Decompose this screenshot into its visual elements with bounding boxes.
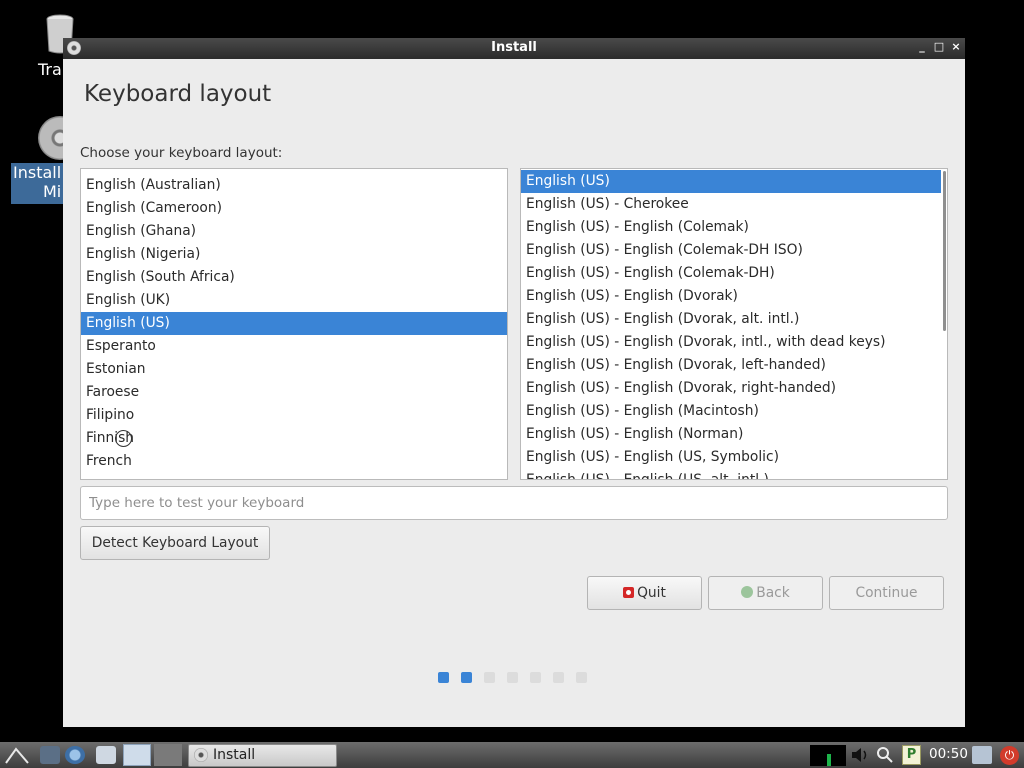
progress-step-dot [438,672,449,683]
show-desktop-icon[interactable] [96,746,116,764]
variant-list-item[interactable]: English (US) - English (Dvorak) [521,285,941,308]
variant-list-item[interactable]: English (US) - English (Dvorak, left-han… [521,354,941,377]
variant-list-item[interactable]: English (US) - English (Norman) [521,423,941,446]
volume-icon[interactable] [850,747,872,763]
install-label-line1: Install [13,163,62,182]
web-browser-icon[interactable] [65,746,85,764]
app-menu-icon[interactable] [4,745,30,766]
power-icon[interactable]: ⏻ [1000,746,1019,765]
trash-label: Tra [38,60,62,79]
window-titlebar[interactable]: Install _ □ × [63,38,965,59]
layout-list-item[interactable]: English (UK) [81,289,507,312]
taskbar-item-install[interactable]: Install [188,744,337,767]
detect-layout-label: Detect Keyboard Layout [91,535,259,551]
variant-list-item[interactable]: English (US) - English (Dvorak, right-ha… [521,377,941,400]
variant-scrollbar[interactable] [943,171,946,331]
progress-step-dot [507,672,518,683]
layout-list-item[interactable]: Finnish [81,427,507,450]
clock[interactable]: 00:50 [929,746,968,767]
layout-list-item[interactable]: English (US) [81,312,507,335]
taskbar-item-label: Install [213,747,256,763]
network-icon[interactable] [972,746,992,764]
install-label-line2: Mi [43,182,62,201]
variant-list-item[interactable]: English (US) - English (Colemak-DH ISO) [521,239,941,262]
back-arrow-icon [741,586,754,598]
variant-list-item[interactable]: English (US) - Cherokee [521,193,941,216]
back-label: Back [756,585,790,601]
install-desktop-label[interactable]: Install Mi [11,163,67,204]
window-title: Install [491,40,537,55]
package-updater-icon[interactable]: P [902,745,921,765]
layout-list-item[interactable]: Faroese [81,381,507,404]
quit-button[interactable]: Quit [587,576,702,610]
continue-button[interactable]: Continue [829,576,944,610]
variant-list-item[interactable]: English (US) - English (Colemak-DH) [521,262,941,285]
layout-list-item[interactable]: English (Australian) [81,174,507,197]
layout-list-item[interactable]: English (Cameroon) [81,197,507,220]
layout-list[interactable]: English (Australian) English (Cameroon) En… [80,168,508,480]
workspace-2[interactable] [154,744,182,766]
maximize-icon[interactable]: □ [932,40,946,53]
keyboard-test-input[interactable] [80,486,948,520]
installer-window: Install _ □ × Keyboard layout Choose you… [63,38,965,727]
taskbar: Install P 00:50 ⏻ [0,742,1024,768]
variant-list-item[interactable]: English (US) - English (Dvorak, alt. int… [521,308,941,331]
search-icon[interactable] [876,746,896,764]
mouse-cursor-icon [115,430,132,447]
layout-list-item[interactable]: English (South Africa) [81,266,507,289]
variant-list[interactable]: English (US) English (US) - Cherokee Engli… [520,168,948,480]
installer-task-icon [194,748,208,762]
variant-list-item[interactable]: English (US) [521,170,941,193]
detect-layout-button[interactable]: Detect Keyboard Layout [80,526,270,560]
quit-label: Quit [637,585,666,601]
variant-list-item[interactable]: English (US) - English (US, Symbolic) [521,446,941,469]
layout-list-item[interactable]: Esperanto [81,335,507,358]
cpu-monitor-icon[interactable] [810,745,846,766]
minimize-icon[interactable]: _ [915,40,929,53]
progress-step-dot [553,672,564,683]
workspace-1[interactable] [123,744,151,766]
layout-list-item[interactable]: English (Nigeria) [81,243,507,266]
layout-list-item[interactable]: Estonian [81,358,507,381]
back-button[interactable]: Back [708,576,823,610]
variant-rows: English (US) English (US) - Cherokee Engli… [521,170,941,479]
layout-list-item[interactable]: French [81,450,507,473]
variant-list-item[interactable]: English (US) - English (Dvorak, intl., w… [521,331,941,354]
variant-list-item[interactable]: English (US) - English (Colemak) [521,216,941,239]
quit-icon [623,587,635,598]
layout-rows: English (Australian) English (Cameroon) En… [81,174,507,473]
progress-step-dot [461,672,472,683]
variant-list-item[interactable]: English (US) - English (Macintosh) [521,400,941,423]
layout-list-item[interactable]: English (Ghana) [81,220,507,243]
layout-prompt: Choose your keyboard layout: [80,145,283,161]
progress-step-dot [530,672,541,683]
close-icon[interactable]: × [949,40,963,53]
variant-list-item[interactable]: English (US) - English (US, alt. intl.) [521,469,941,479]
continue-label: Continue [855,585,918,601]
page-title: Keyboard layout [84,81,272,107]
layout-list-item[interactable]: Filipino [81,404,507,427]
file-manager-icon[interactable] [40,746,60,764]
progress-step-dot [576,672,587,683]
progress-step-dot [484,672,495,683]
